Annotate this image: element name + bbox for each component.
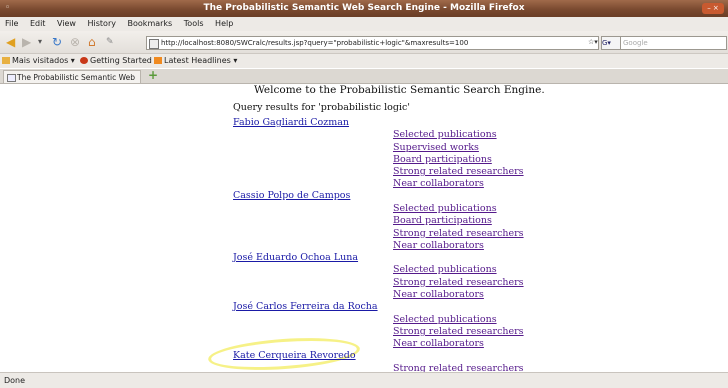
researcher-link[interactable]: Fabio Gagliardi Cozman — [233, 117, 349, 128]
rss-icon — [154, 57, 162, 64]
researcher-sublink[interactable]: Near collaborators — [393, 289, 484, 300]
researcher-sublink[interactable]: Strong related researchers — [393, 363, 524, 373]
window-menu-icon[interactable]: ◦ — [5, 0, 10, 17]
bookmark-latest-headlines[interactable]: Latest Headlines ▾ — [154, 54, 237, 68]
firefox-icon — [80, 57, 88, 64]
researcher-link[interactable]: Kate Cerqueira Revoredo — [233, 350, 356, 361]
search-input[interactable]: Google — [620, 36, 727, 50]
menu-edit[interactable]: Edit — [30, 19, 46, 28]
bookmark-mais-visitados[interactable]: Mais visitados ▾ — [2, 54, 75, 68]
bookmark-star-icon[interactable]: ✎ — [106, 35, 114, 49]
page-icon — [149, 39, 159, 49]
researcher-sublink[interactable]: Selected publications — [393, 264, 497, 275]
url-text: http://localhost:8080/SWCralc/results.js… — [161, 39, 469, 47]
search-placeholder: Google — [623, 39, 648, 47]
new-tab-icon[interactable]: + — [148, 69, 158, 82]
bookmarks-toolbar: Mais visitados ▾ Getting Started Latest … — [0, 54, 728, 68]
bookmark-getting-started[interactable]: Getting Started — [80, 54, 152, 68]
menu-bar: File Edit View History Bookmarks Tools H… — [0, 17, 728, 31]
researcher-sublink[interactable]: Supervised works — [393, 142, 479, 153]
researcher-sublink[interactable]: Board participations — [393, 215, 492, 226]
researcher-sublink[interactable]: Strong related researchers — [393, 277, 524, 288]
menu-file[interactable]: File — [5, 19, 18, 28]
menu-history[interactable]: History — [88, 19, 116, 28]
welcome-heading: Welcome to the Probabilistic Semantic Se… — [254, 84, 545, 96]
researcher-sublink[interactable]: Strong related researchers — [393, 326, 524, 337]
researcher-link[interactable]: José Eduardo Ochoa Luna — [233, 252, 358, 263]
researcher-sublink[interactable]: Strong related researchers — [393, 166, 524, 177]
researcher-link[interactable]: Cassio Polpo de Campos — [233, 190, 350, 201]
url-dropdown-icon[interactable]: ☆▾ — [588, 36, 600, 48]
status-text: Done — [4, 376, 26, 385]
folder-icon — [2, 57, 10, 64]
window-title: The Probabilistic Semantic Web Search En… — [203, 3, 525, 13]
window-controls[interactable]: – × — [702, 3, 724, 14]
tab-bar: The Probabilistic Semantic Web ... + — [0, 69, 728, 95]
reload-icon[interactable]: ↻ — [52, 35, 62, 49]
query-line: Query results for 'probabilistic logic' — [233, 102, 410, 113]
menu-bookmarks[interactable]: Bookmarks — [128, 19, 173, 28]
menu-tools[interactable]: Tools — [184, 19, 204, 28]
search-engine-icon[interactable]: G▾ — [601, 36, 621, 50]
forward-icon[interactable]: ▶ — [22, 35, 31, 49]
window-titlebar: ◦ The Probabilistic Semantic Web Search … — [0, 0, 728, 17]
menu-help[interactable]: Help — [215, 19, 233, 28]
page-icon — [7, 74, 16, 82]
researcher-sublink[interactable]: Strong related researchers — [393, 228, 524, 239]
stop-icon[interactable]: ⊗ — [70, 35, 80, 49]
researcher-link[interactable]: José Carlos Ferreira da Rocha — [233, 301, 378, 312]
page-content: Welcome to the Probabilistic Semantic Se… — [0, 84, 728, 372]
navigation-toolbar: ◀ ▶ ▾ ↻ ⊗ ⌂ ✎ http://localhost:8080/SWCr… — [0, 31, 728, 54]
tab-active[interactable]: The Probabilistic Semantic Web ... — [3, 70, 141, 95]
researcher-sublink[interactable]: Near collaborators — [393, 240, 484, 251]
researcher-sublink[interactable]: Near collaborators — [393, 338, 484, 349]
history-dropdown-icon[interactable]: ▾ — [38, 35, 42, 49]
home-icon[interactable]: ⌂ — [88, 35, 96, 49]
back-icon[interactable]: ◀ — [6, 35, 15, 49]
researcher-sublink[interactable]: Selected publications — [393, 129, 497, 140]
researcher-sublink[interactable]: Near collaborators — [393, 178, 484, 189]
researcher-sublink[interactable]: Selected publications — [393, 203, 497, 214]
researcher-sublink[interactable]: Selected publications — [393, 314, 497, 325]
status-bar: Done — [0, 372, 728, 388]
researcher-sublink[interactable]: Board participations — [393, 154, 492, 165]
menu-view[interactable]: View — [57, 19, 76, 28]
url-bar[interactable]: http://localhost:8080/SWCralc/results.js… — [146, 36, 599, 50]
